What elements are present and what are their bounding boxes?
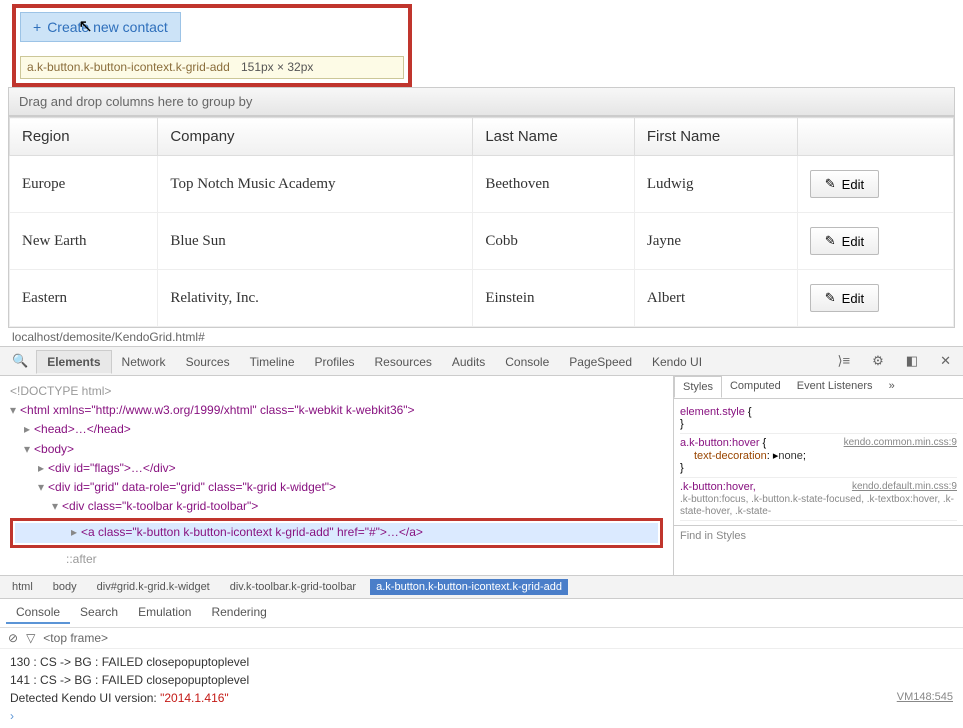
cell-lastname: Beethoven	[473, 156, 635, 213]
group-panel[interactable]: Drag and drop columns here to group by	[8, 87, 955, 116]
devtools-tab-elements[interactable]: Elements	[36, 350, 111, 374]
styles-panel: Styles Computed Event Listeners » elemen…	[673, 376, 963, 575]
gear-icon[interactable]: ⚙	[864, 349, 892, 373]
col-region[interactable]: Region	[10, 118, 158, 156]
drawer-toggle-icon[interactable]: ⟩≡	[829, 349, 858, 373]
selected-dom-node: <a class="k-button k-button-icontext k-g…	[10, 518, 663, 547]
console-tab[interactable]: Console	[6, 602, 70, 624]
inspector-tooltip: a.k-button.k-button-icontext.k-grid-add …	[20, 56, 404, 79]
cell-company: Top Notch Music Academy	[158, 156, 473, 213]
cell-lastname: Cobb	[473, 213, 635, 270]
emulation-tab[interactable]: Emulation	[128, 602, 201, 624]
cell-region: Europe	[10, 156, 158, 213]
rendering-tab[interactable]: Rendering	[201, 602, 276, 624]
dom-breadcrumb: html body div#grid.k-grid.k-widget div.k-to…	[0, 575, 963, 598]
edit-button[interactable]: ✎ Edit	[810, 170, 879, 198]
filter-icon[interactable]: ▽	[26, 631, 35, 645]
plus-icon: +	[33, 19, 41, 35]
devtools-tab-timeline[interactable]: Timeline	[240, 351, 305, 373]
breadcrumb-item[interactable]: body	[47, 579, 83, 595]
dock-icon[interactable]: ◧	[898, 349, 926, 373]
col-company[interactable]: Company	[158, 118, 473, 156]
devtools-tab-console[interactable]: Console	[495, 351, 559, 373]
table-row: EasternRelativity, Inc.EinsteinAlbert ✎ E…	[10, 270, 954, 327]
create-contact-button[interactable]: + Create new contact	[20, 12, 181, 42]
col-actions	[797, 118, 953, 156]
search-tab[interactable]: Search	[70, 602, 128, 624]
cell-region: New Earth	[10, 213, 158, 270]
pencil-icon: ✎	[825, 176, 836, 192]
console-prompt[interactable]	[10, 707, 953, 725]
cell-region: Eastern	[10, 270, 158, 327]
cell-firstname: Jayne	[634, 213, 797, 270]
find-in-styles[interactable]: Find in Styles	[674, 525, 963, 546]
console-source-link[interactable]: VM148:545	[897, 689, 953, 706]
cell-firstname: Albert	[634, 270, 797, 327]
close-icon[interactable]: ✕	[932, 349, 959, 373]
styles-tab[interactable]: Styles	[674, 376, 722, 398]
devtools-tab-audits[interactable]: Audits	[442, 351, 495, 373]
cell-company: Relativity, Inc.	[158, 270, 473, 327]
cell-company: Blue Sun	[158, 213, 473, 270]
breadcrumb-item[interactable]: a.k-button.k-button-icontext.k-grid-add	[370, 579, 568, 595]
table-row: EuropeTop Notch Music AcademyBeethovenLu…	[10, 156, 954, 213]
cell-firstname: Ludwig	[634, 156, 797, 213]
cell-lastname: Einstein	[473, 270, 635, 327]
devtools-tab-profiles[interactable]: Profiles	[305, 351, 365, 373]
console-output[interactable]: 130 : CS -> BG : FAILED closepopuptoplev…	[0, 649, 963, 728]
url-display: localhost/demosite/KendoGrid.html#	[8, 328, 963, 346]
pencil-icon: ✎	[825, 233, 836, 249]
inspect-icon[interactable]: 🔍	[4, 349, 36, 373]
devtools-tab-pagespeed[interactable]: PageSpeed	[559, 351, 642, 373]
computed-tab[interactable]: Computed	[722, 376, 789, 398]
elements-tree[interactable]: <!DOCTYPE html> <html xmlns="http://www.…	[0, 376, 673, 575]
devtools-tab-network[interactable]: Network	[112, 351, 176, 373]
breadcrumb-item[interactable]: div#grid.k-grid.k-widget	[91, 579, 216, 595]
clear-console-icon[interactable]: ⊘	[8, 631, 18, 645]
console-drawer: Console Search Emulation Rendering ⊘ ▽ <…	[0, 598, 963, 728]
devtools-tab-kendo-ui[interactable]: Kendo UI	[642, 351, 712, 373]
devtools-panel: 🔍 ElementsNetworkSourcesTimelineProfiles…	[0, 346, 963, 728]
event-listeners-tab[interactable]: Event Listeners	[789, 376, 881, 398]
devtools-tabs: 🔍 ElementsNetworkSourcesTimelineProfiles…	[0, 347, 963, 376]
col-lastname[interactable]: Last Name	[473, 118, 635, 156]
col-firstname[interactable]: First Name	[634, 118, 797, 156]
contacts-grid: Region Company Last Name First Name Euro…	[8, 116, 955, 328]
breadcrumb-item[interactable]: div.k-toolbar.k-grid-toolbar	[224, 579, 362, 595]
table-row: New EarthBlue SunCobbJayne ✎ Edit	[10, 213, 954, 270]
create-contact-label: Create new contact	[47, 19, 168, 35]
devtools-tab-resources[interactable]: Resources	[365, 351, 442, 373]
edit-button[interactable]: ✎ Edit	[810, 284, 879, 312]
pencil-icon: ✎	[825, 290, 836, 306]
more-styles-icon[interactable]: »	[881, 376, 903, 398]
frame-selector[interactable]: <top frame>	[43, 631, 108, 645]
edit-button[interactable]: ✎ Edit	[810, 227, 879, 255]
devtools-tab-sources[interactable]: Sources	[176, 351, 240, 373]
breadcrumb-item[interactable]: html	[6, 579, 39, 595]
